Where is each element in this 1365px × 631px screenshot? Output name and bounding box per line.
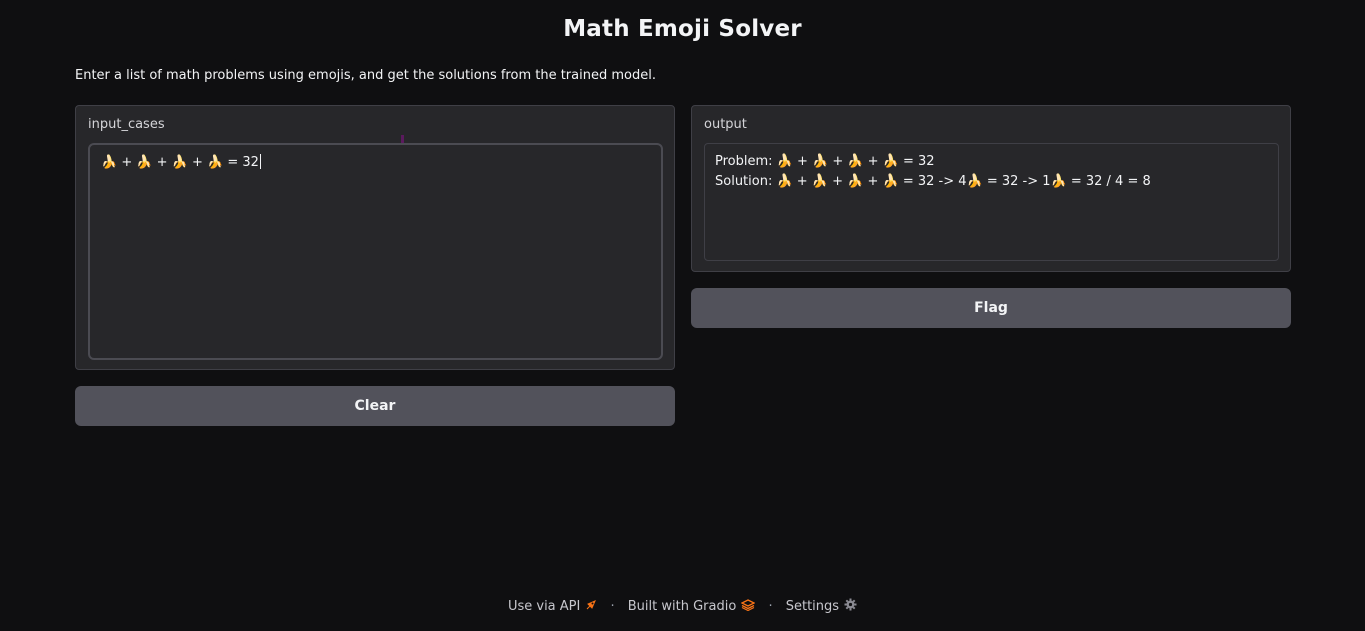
output-textbox[interactable]: Problem: 🍌 + 🍌 + 🍌 + 🍌 = 32 Solution: 🍌 … (704, 143, 1279, 261)
clear-button[interactable]: Clear (75, 386, 675, 426)
page-title: Math Emoji Solver (563, 16, 802, 42)
input-text: 🍌 + 🍌 + 🍌 + 🍌 = 32 (101, 155, 259, 170)
output-line-solution: Solution: 🍌 + 🍌 + 🍌 + 🍌 = 32 -> 4🍌 = 32 … (715, 174, 1151, 189)
settings-label: Settings (785, 599, 840, 614)
gear-icon (844, 598, 857, 615)
footer-separator: · (768, 599, 773, 614)
built-with-gradio-link[interactable]: Built with Gradio (627, 598, 756, 615)
input-textarea[interactable]: 🍌 + 🍌 + 🍌 + 🍌 = 32 (88, 143, 663, 360)
footer: Use via API · Built with Gradio · Settin… (0, 598, 1365, 615)
flag-button[interactable]: Flag (691, 288, 1291, 328)
input-panel: input_cases 🍌 + 🍌 + 🍌 + 🍌 = 32 (75, 105, 675, 370)
use-api-link[interactable]: Use via API (508, 599, 597, 614)
rocket-icon (585, 599, 597, 615)
text-caret (259, 154, 261, 169)
page-description: Enter a list of math problems using emoj… (75, 68, 656, 83)
output-label: output (704, 117, 747, 132)
use-api-label: Use via API (507, 599, 581, 614)
footer-separator: · (610, 599, 615, 614)
input-label: input_cases (88, 117, 165, 132)
app-root: Math Emoji Solver Enter a list of math p… (0, 0, 1365, 631)
output-line-problem: Problem: 🍌 + 🍌 + 🍌 + 🍌 = 32 (715, 154, 935, 169)
gradio-logo-icon (740, 598, 756, 615)
built-label: Built with Gradio (627, 599, 737, 614)
settings-link[interactable]: Settings (785, 598, 857, 615)
output-panel: output Problem: 🍌 + 🍌 + 🍌 + 🍌 = 32 Solut… (691, 105, 1291, 272)
